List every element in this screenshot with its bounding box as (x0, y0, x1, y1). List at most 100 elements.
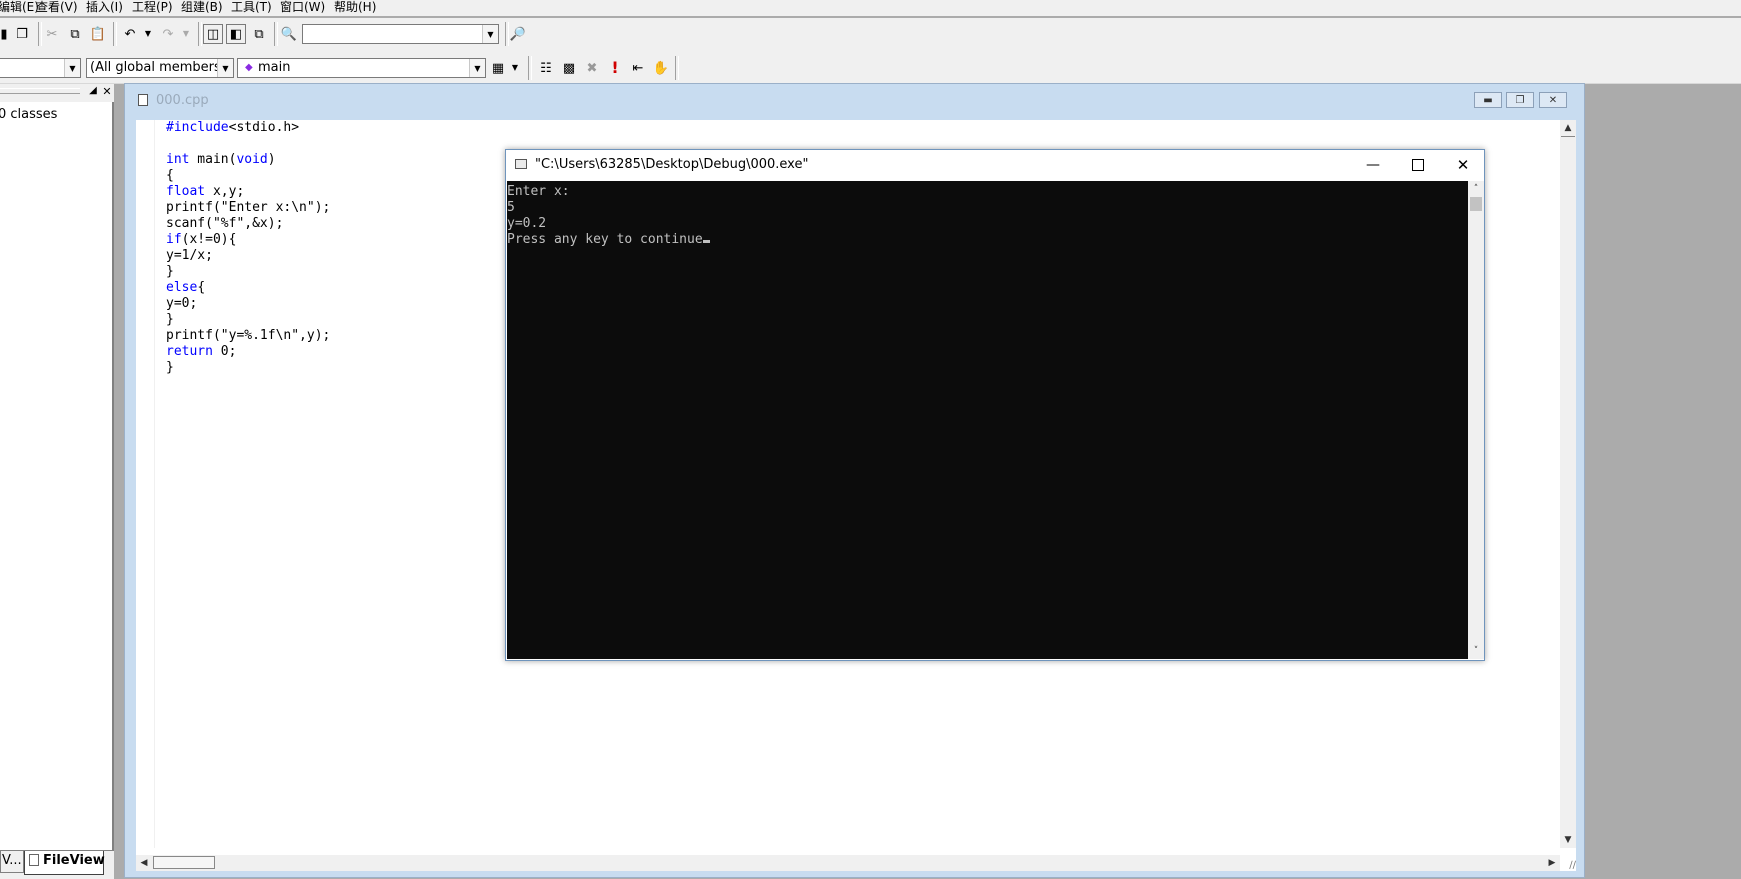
execute-icon[interactable]: ! (605, 58, 625, 78)
members-combo[interactable]: (All global members ▼ (86, 58, 234, 78)
chevron-down-icon[interactable]: ▼ (64, 59, 80, 77)
editor-titlebar[interactable]: 000.cpp ▬ ❐ ✕ (125, 84, 1586, 112)
console-close-button[interactable]: ✕ (1452, 155, 1474, 175)
menu-project[interactable]: 工程(P) (132, 0, 173, 14)
code-line[interactable] (166, 136, 330, 152)
copy-icon[interactable]: ⧉ (65, 24, 85, 44)
undo-dropdown-icon[interactable]: ▼ (138, 24, 158, 44)
console-line: Enter x: (507, 184, 1468, 200)
console-minimize-button[interactable]: — (1362, 155, 1384, 175)
code-text[interactable]: #include<stdio.h> int main(void){float x,… (166, 120, 330, 376)
console-line-text: 5 (507, 200, 515, 215)
tab-classview[interactable]: V... (0, 851, 24, 873)
menu-edit[interactable]: 编辑(E) (0, 0, 39, 14)
build-icon[interactable]: ▩ (559, 58, 579, 78)
stop-build-icon[interactable]: ✖ (582, 58, 602, 78)
compile-icon[interactable]: ☷ (536, 58, 556, 78)
console-output[interactable]: Enter x: 5 y=0.2 Press any key to continue (507, 181, 1468, 659)
console-titlebar[interactable]: "C:\Users\63285\Desktop\Debug\000.exe" —… (506, 150, 1484, 181)
scroll-up-icon[interactable]: ▲ (1560, 120, 1576, 136)
console-scroll-thumb[interactable] (1470, 197, 1482, 211)
code-line[interactable]: if(x!=0){ (166, 232, 330, 248)
function-combo[interactable]: ◆ main ▼ (237, 58, 486, 78)
paste-icon[interactable]: 📋 (88, 24, 108, 44)
console-title: "C:\Users\63285\Desktop\Debug\000.exe" (535, 157, 809, 172)
console-cursor (702, 240, 710, 243)
find-combo[interactable]: ▼ (302, 24, 499, 44)
code-token: main( (189, 152, 237, 167)
scroll-up-icon[interactable]: ˄ (1468, 181, 1484, 197)
workspace-window-icon[interactable]: ◫ (203, 24, 223, 44)
close-button[interactable]: ✕ (1539, 92, 1567, 108)
find-icon[interactable]: 🔎 (508, 24, 528, 44)
code-line[interactable]: int main(void) (166, 152, 330, 168)
output-window-icon[interactable]: ◧ (226, 24, 246, 44)
restore-button[interactable]: ❐ (1506, 92, 1534, 108)
code-line[interactable]: else{ (166, 280, 330, 296)
code-token: ) (267, 152, 276, 167)
workspace-tree[interactable]: 0 classes (0, 102, 114, 851)
close-icon[interactable]: ✕ (100, 84, 114, 98)
redo-dropdown-icon[interactable]: ▼ (176, 24, 196, 44)
code-line[interactable]: float x,y; (166, 184, 330, 200)
code-line[interactable]: } (166, 360, 330, 376)
scroll-right-icon[interactable]: ▶ (1544, 855, 1560, 871)
code-line[interactable]: #include<stdio.h> (166, 120, 330, 136)
hscroll-thumb[interactable] (153, 856, 215, 869)
code-line[interactable]: } (166, 264, 330, 280)
code-line[interactable]: return 0; (166, 344, 330, 360)
code-keyword: int (166, 152, 190, 167)
code-line[interactable]: scanf("%f",&x); (166, 216, 330, 232)
code-line[interactable]: y=0; (166, 296, 330, 312)
menu-view[interactable]: 查看(V) (36, 0, 78, 14)
code-line[interactable]: } (166, 312, 330, 328)
go-icon[interactable]: ⇤ (628, 58, 648, 78)
menu-help[interactable]: 帮助(H) (334, 0, 376, 14)
chevron-down-icon[interactable]: ▼ (469, 59, 485, 77)
find-in-files-icon[interactable]: 🔍 (279, 24, 299, 44)
workspace-grip[interactable] (0, 88, 80, 94)
menu-bar: 编辑(E) 查看(V) 插入(I) 工程(P) 组建(B) 工具(T) 窗口(W… (0, 0, 1741, 16)
scroll-left-icon[interactable]: ◀ (136, 855, 152, 871)
menu-build[interactable]: 组建(B) (181, 0, 223, 14)
console-scrollbar[interactable]: ˄ ˅ (1468, 181, 1484, 659)
tree-item-classes[interactable]: 0 classes (0, 107, 57, 122)
minimize-button[interactable]: ▬ (1474, 92, 1502, 108)
tab-fileview[interactable]: FileView (24, 851, 105, 875)
vertical-scrollbar[interactable]: ▲ ▼ (1560, 120, 1576, 848)
code-line[interactable]: { (166, 168, 330, 184)
code-token: 0; (212, 344, 237, 359)
breakpoint-hand-icon[interactable]: ✋ (651, 58, 671, 78)
save-all-icon[interactable]: ❐ (12, 24, 32, 44)
scroll-thumb[interactable] (1561, 136, 1575, 143)
window-list-icon[interactable]: ⧉ (249, 24, 269, 44)
undo-icon[interactable]: ↶ (120, 24, 140, 44)
code-keyword: else (166, 280, 198, 295)
chevron-down-icon[interactable]: ▼ (217, 59, 233, 77)
code-line[interactable]: y=1/x; (166, 248, 330, 264)
workspace-dock-icon[interactable]: ◢ (86, 84, 100, 98)
code-token: } (166, 360, 174, 375)
code-token: } (166, 264, 174, 279)
code-line[interactable]: printf("y=%.1f\n",y); (166, 328, 330, 344)
size-grip-icon[interactable]: ∕∕ (1560, 855, 1576, 871)
menu-insert[interactable]: 插入(I) (86, 0, 123, 14)
console-line-text: Enter x: (507, 184, 570, 199)
class-combo[interactable]: ▼ (0, 58, 81, 78)
cut-icon[interactable]: ✂ (42, 24, 62, 44)
menu-window[interactable]: 窗口(W) (280, 0, 325, 14)
code-token: scanf("%f",&x); (166, 216, 284, 231)
horizontal-scrollbar[interactable]: ◀ ▶ (136, 855, 1560, 871)
console-line-text: y=0.2 (507, 216, 547, 231)
scroll-down-icon[interactable]: ˅ (1468, 643, 1484, 659)
code-line[interactable]: printf("Enter x:\n"); (166, 200, 330, 216)
fileview-icon (29, 854, 39, 866)
code-keyword: return (166, 344, 213, 359)
console-maximize-button[interactable] (1407, 155, 1429, 175)
menu-tools[interactable]: 工具(T) (231, 0, 272, 14)
chevron-down-icon[interactable]: ▼ (482, 25, 498, 43)
selection-margin[interactable] (136, 120, 155, 848)
scroll-down-icon[interactable]: ▼ (1560, 832, 1576, 848)
redo-icon[interactable]: ↷ (158, 24, 178, 44)
wizard-action-dropdown-icon[interactable]: ▼ (505, 58, 525, 78)
